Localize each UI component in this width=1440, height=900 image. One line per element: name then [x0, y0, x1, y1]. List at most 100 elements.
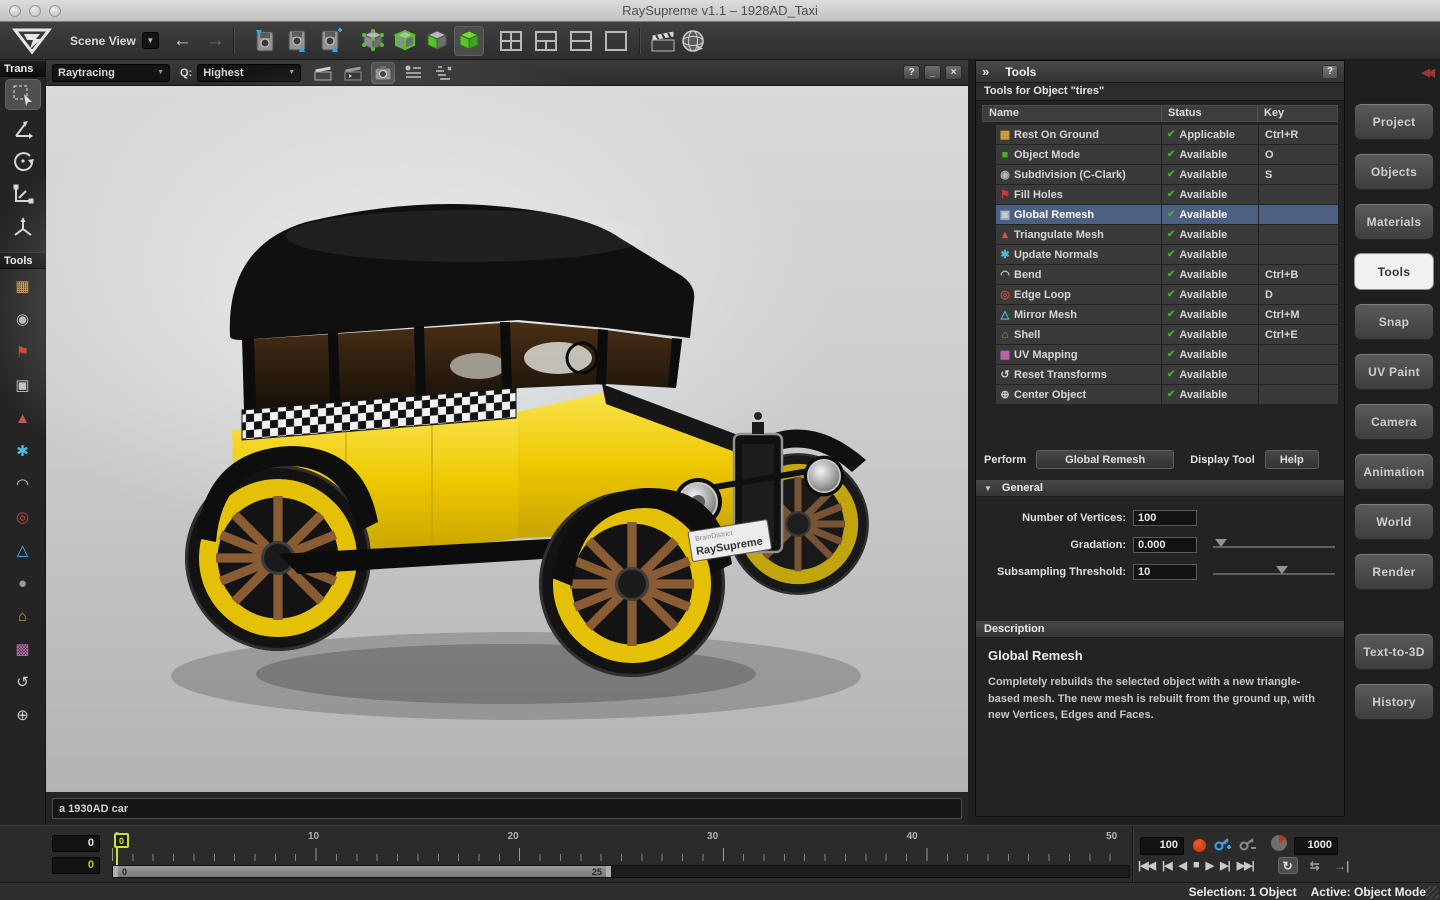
- render-globe-icon[interactable]: [678, 26, 708, 56]
- edge-mode-icon[interactable]: [390, 26, 420, 56]
- help-button[interactable]: Help: [1265, 450, 1319, 469]
- rotate-tool-button[interactable]: [5, 145, 41, 176]
- parameter-input[interactable]: 10: [1133, 564, 1197, 580]
- tool-row[interactable]: ◉ Subdivision (C-Clark) ✔ Available S: [996, 165, 1338, 184]
- export-add-icon[interactable]: [316, 26, 346, 56]
- face-mode-icon[interactable]: [422, 26, 452, 56]
- back-button[interactable]: ←: [173, 31, 192, 50]
- sidebar-tool-button[interactable]: ◠: [5, 469, 41, 500]
- timeline-range-bar[interactable]: 0 25: [112, 865, 1130, 878]
- loop-start-field[interactable]: 0: [52, 857, 100, 874]
- transport-button[interactable]: ◀: [1179, 859, 1186, 872]
- vertex-mode-icon[interactable]: [358, 26, 388, 56]
- tool-row[interactable]: ■ Object Mode ✔ Available O: [996, 145, 1338, 164]
- export-icon[interactable]: [283, 26, 313, 56]
- column-name[interactable]: Name: [983, 106, 1161, 121]
- select-tool-button[interactable]: [5, 79, 41, 110]
- nav-button[interactable]: History: [1354, 683, 1434, 720]
- tool-row[interactable]: ▲ Triangulate Mesh ✔ Available: [996, 225, 1338, 244]
- slider-handle[interactable]: [1276, 566, 1288, 574]
- nav-button[interactable]: Objects: [1354, 153, 1434, 190]
- render-mode-select[interactable]: Raytracing▼: [52, 64, 170, 82]
- nav-button[interactable]: Camera: [1354, 403, 1434, 440]
- scene-view-dropdown[interactable]: ▼: [142, 32, 159, 49]
- tool-row[interactable]: ⊕ Center Object ✔ Available: [996, 385, 1338, 404]
- transport-button[interactable]: ▶: [1206, 859, 1213, 872]
- panel-help-button[interactable]: ?: [1322, 65, 1338, 79]
- sidebar-tool-button[interactable]: ⊕: [5, 700, 41, 731]
- loop-mode-button[interactable]: ↻: [1278, 857, 1298, 874]
- range-thumb[interactable]: 0 25: [113, 866, 611, 877]
- sidebar-tool-button[interactable]: ↺: [5, 667, 41, 698]
- single-view-icon[interactable]: [601, 26, 631, 56]
- transport-button[interactable]: ▶▶|: [1237, 859, 1254, 872]
- render-animation-icon[interactable]: [648, 26, 678, 56]
- nav-button[interactable]: Text-to-3D: [1354, 633, 1434, 670]
- quad-view-icon[interactable]: [496, 26, 526, 56]
- nav-button[interactable]: Materials: [1354, 203, 1434, 240]
- sidebar-tool-button[interactable]: ⌂: [5, 601, 41, 632]
- viewport-help-button[interactable]: ?: [903, 65, 920, 80]
- slider-handle[interactable]: [1215, 539, 1227, 547]
- nav-button[interactable]: Project: [1354, 103, 1434, 140]
- column-status[interactable]: Status: [1161, 106, 1257, 121]
- import-icon[interactable]: [250, 26, 280, 56]
- frame-end-field[interactable]: 100: [1140, 837, 1184, 855]
- add-keyframe-icon[interactable]: [1214, 836, 1231, 856]
- total-frames-field[interactable]: 1000: [1294, 837, 1338, 855]
- current-frame-field[interactable]: 0: [52, 835, 100, 852]
- viewport-minimize-button[interactable]: _: [924, 65, 941, 80]
- record-icon[interactable]: [1193, 839, 1206, 852]
- two-pane-view-icon[interactable]: [566, 26, 596, 56]
- playhead-flag[interactable]: 0: [114, 833, 129, 848]
- parameter-slider[interactable]: [1213, 539, 1335, 551]
- tool-row[interactable]: ◎ Edge Loop ✔ Available D: [996, 285, 1338, 304]
- three-pane-view-icon[interactable]: [531, 26, 561, 56]
- tool-row[interactable]: ⚑ Fill Holes ✔ Available: [996, 185, 1338, 204]
- tool-row[interactable]: ⌂ Shell ✔ Available Ctrl+E: [996, 325, 1338, 344]
- nav-button[interactable]: Render: [1354, 553, 1434, 590]
- tool-shortcut: Ctrl+R: [1259, 125, 1338, 144]
- resize-grip[interactable]: [1426, 886, 1439, 899]
- object-mode-icon[interactable]: [454, 26, 484, 56]
- nav-button[interactable]: World: [1354, 503, 1434, 540]
- nav-button[interactable]: Animation: [1354, 453, 1434, 490]
- transport-button[interactable]: ▶|: [1220, 859, 1230, 872]
- panel-expand-icon[interactable]: »: [982, 64, 989, 79]
- tool-name: Global Remesh: [1014, 209, 1094, 221]
- tool-row[interactable]: ◠ Bend ✔ Available Ctrl+B: [996, 265, 1338, 284]
- transport-button[interactable]: |◀◀: [1138, 859, 1155, 872]
- tool-row[interactable]: ▩ UV Mapping ✔ Available: [996, 345, 1338, 364]
- transport-button[interactable]: ■: [1193, 859, 1199, 872]
- tool-row[interactable]: △ Mirror Mesh ✔ Available Ctrl+M: [996, 305, 1338, 324]
- parameter-input[interactable]: 100: [1133, 510, 1197, 526]
- move-tool-button[interactable]: [5, 112, 41, 143]
- nav-button[interactable]: Snap: [1354, 303, 1434, 340]
- tool-row[interactable]: ↺ Reset Transforms ✔ Available: [996, 365, 1338, 384]
- parameter-slider[interactable]: [1213, 566, 1335, 578]
- sidebar-tool-button[interactable]: ●: [5, 568, 41, 599]
- tool-row[interactable]: ▦ Rest On Ground ✔ Applicable Ctrl+R: [996, 125, 1338, 144]
- viewport-render[interactable]: BrainDistrict RaySupreme: [46, 86, 968, 792]
- tool-row[interactable]: ✱ Update Normals ✔ Available: [996, 245, 1338, 264]
- timeline-ruler[interactable]: 01020304050: [112, 831, 1130, 861]
- sidebar-tool-button[interactable]: △: [5, 535, 41, 566]
- sidebar-tool-button[interactable]: ▩: [5, 634, 41, 665]
- loop-mode-button[interactable]: ⇆: [1305, 857, 1325, 874]
- nav-button[interactable]: Tools: [1354, 253, 1434, 290]
- forward-button[interactable]: →: [206, 31, 225, 50]
- viewport-close-button[interactable]: ×: [945, 65, 962, 80]
- general-section-header[interactable]: ▼ General: [976, 479, 1344, 497]
- parameter-input[interactable]: 0.000: [1133, 537, 1197, 553]
- perform-tool-button[interactable]: Global Remesh: [1036, 450, 1174, 469]
- transport-button[interactable]: |◀: [1162, 859, 1172, 872]
- column-key[interactable]: Key: [1257, 106, 1337, 121]
- nav-button[interactable]: UV Paint: [1354, 353, 1434, 390]
- remove-keyframe-icon[interactable]: [1239, 836, 1256, 856]
- collapse-panel-icon[interactable]: ◀◀: [1421, 66, 1432, 79]
- text-to-3d-prompt-input[interactable]: [52, 798, 962, 819]
- sidebar-tool-button[interactable]: ◎: [5, 502, 41, 533]
- loop-mode-button[interactable]: →|: [1332, 857, 1352, 874]
- tool-row[interactable]: ▣ Global Remesh ✔ Available: [996, 205, 1338, 224]
- sidebar-tool-button[interactable]: ✱: [5, 436, 41, 467]
